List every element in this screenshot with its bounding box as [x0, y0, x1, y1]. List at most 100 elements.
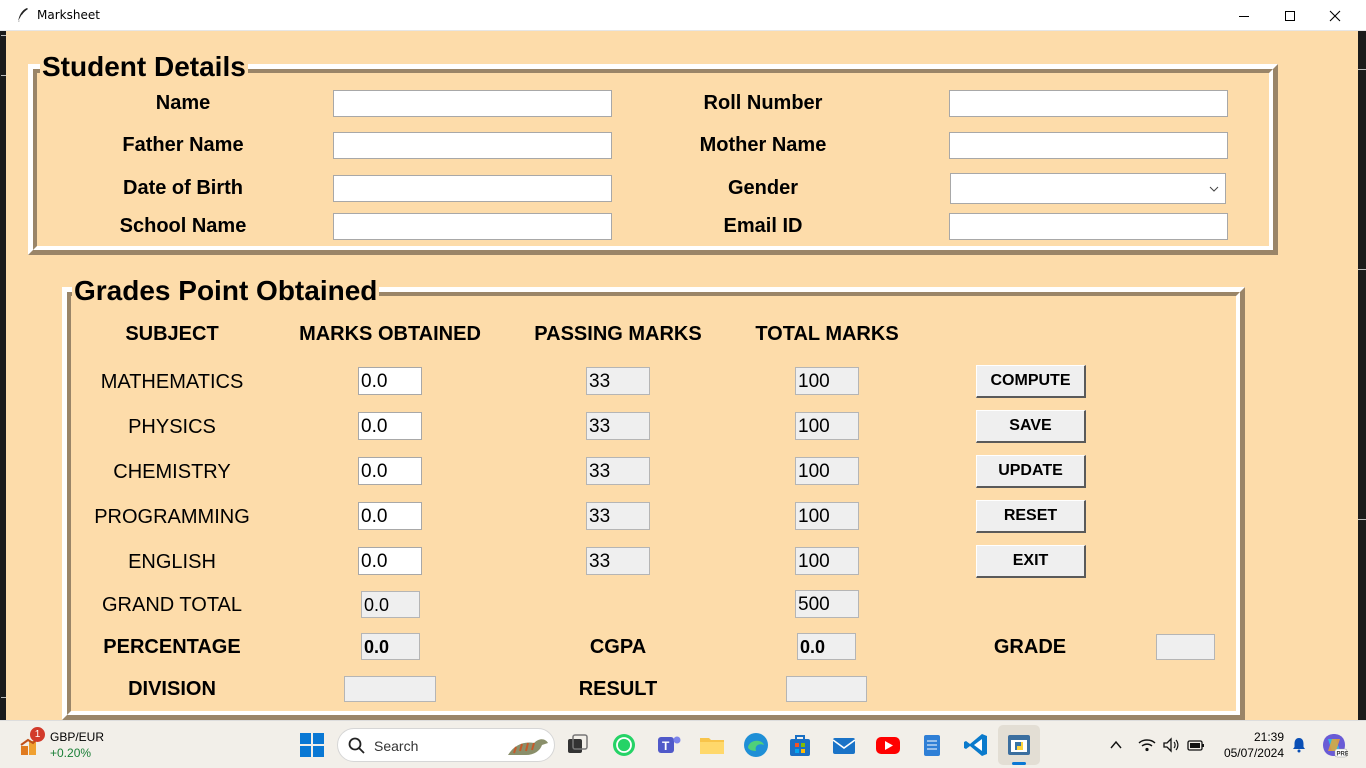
- grades-heading: Grades Point Obtained: [72, 275, 380, 306]
- edge-icon[interactable]: [742, 731, 770, 759]
- name-field[interactable]: [333, 90, 612, 117]
- cgpa-value: 0.0: [797, 633, 856, 660]
- copilot-icon[interactable]: PRE: [1320, 731, 1348, 759]
- close-button[interactable]: [1312, 0, 1358, 31]
- result-value: [786, 676, 867, 702]
- marks-input[interactable]: 0.0: [358, 412, 422, 440]
- email-field[interactable]: [949, 213, 1228, 240]
- total-marks-header: TOTAL MARKS: [755, 323, 899, 345]
- active-app-highlight[interactable]: [998, 725, 1040, 765]
- passing-marks-value: 33: [586, 412, 650, 440]
- total-marks-value: 100: [795, 457, 859, 485]
- mother-name-field[interactable]: [949, 132, 1228, 159]
- chevron-down-icon: [1209, 186, 1219, 192]
- window-edge-right: [1358, 31, 1366, 720]
- wifi-icon[interactable]: [1138, 736, 1156, 754]
- mail-icon[interactable]: [830, 731, 858, 759]
- cgpa-label: CGPA: [589, 636, 647, 658]
- search-placeholder: Search: [374, 738, 419, 754]
- passing-marks-header: PASSING MARKS: [534, 323, 702, 345]
- svg-text:PRE: PRE: [1337, 752, 1349, 758]
- maximize-icon: [1285, 10, 1295, 21]
- update-button[interactable]: UPDATE: [976, 455, 1086, 488]
- window-edge-left: [0, 31, 6, 720]
- passing-marks-value: 33: [586, 367, 650, 395]
- roll-number-field[interactable]: [949, 90, 1228, 117]
- svg-text:T: T: [662, 739, 670, 753]
- dinosaur-highlight-icon: [508, 739, 548, 755]
- maximize-button[interactable]: [1267, 0, 1313, 31]
- gender-dropdown[interactable]: [950, 173, 1226, 204]
- passing-marks-value: 33: [586, 547, 650, 575]
- store-icon[interactable]: [786, 731, 814, 759]
- father-name-field[interactable]: [333, 132, 612, 159]
- subject-header: SUBJECT: [125, 323, 219, 345]
- chevron-up-icon[interactable]: [1109, 738, 1123, 752]
- passing-marks-value: 33: [586, 457, 650, 485]
- school-name-field[interactable]: [333, 213, 612, 240]
- grade-label: GRADE: [993, 636, 1067, 658]
- notification-bell-icon[interactable]: [1290, 736, 1308, 754]
- exit-button[interactable]: EXIT: [976, 545, 1086, 578]
- clock-date[interactable]: 05/07/2024: [1212, 746, 1284, 761]
- whatsapp-icon[interactable]: [610, 731, 638, 759]
- result-label: RESULT: [578, 678, 658, 700]
- subject-name: CHEMISTRY: [113, 461, 231, 483]
- widget-badge: 1: [30, 727, 45, 742]
- window-title: Marksheet: [37, 8, 100, 22]
- gender-label: Gender: [727, 177, 799, 199]
- weather-widget[interactable]: 1 GBP/EUR +0.20%: [12, 725, 132, 765]
- grade-value: [1156, 634, 1215, 660]
- title-bar[interactable]: Marksheet: [0, 0, 1366, 31]
- save-button[interactable]: SAVE: [976, 410, 1086, 443]
- youtube-icon[interactable]: [874, 731, 902, 759]
- division-value: [344, 676, 436, 702]
- marksheet-window: Marksheet Student Details Name Roll Numb…: [0, 0, 1366, 720]
- teams-icon[interactable]: T: [655, 731, 683, 759]
- marks-input[interactable]: 0.0: [358, 457, 422, 485]
- subject-name: PHYSICS: [128, 416, 216, 438]
- email-label: Email ID: [723, 215, 803, 237]
- mother-name-label: Mother Name: [699, 134, 827, 156]
- grand-total-max: 500: [795, 590, 859, 618]
- student-details-heading: Student Details: [40, 51, 248, 82]
- search-icon: [348, 737, 365, 754]
- feather-icon: [17, 8, 28, 23]
- widget-title: GBP/EUR: [50, 730, 105, 744]
- widget-change: +0.20%: [50, 746, 92, 760]
- close-icon: [1329, 10, 1341, 21]
- school-name-label: School Name: [119, 215, 247, 237]
- marks-input[interactable]: 0.0: [358, 367, 422, 395]
- file-explorer-icon[interactable]: [698, 731, 726, 759]
- compute-button[interactable]: COMPUTE: [976, 365, 1086, 398]
- volume-icon[interactable]: [1162, 736, 1180, 754]
- taskbar: 1 GBP/EUR +0.20% Search T 21:39 05/07/20…: [0, 720, 1366, 768]
- percentage-label: PERCENTAGE: [103, 636, 241, 658]
- father-name-label: Father Name: [122, 134, 244, 156]
- task-view-icon[interactable]: [564, 731, 592, 759]
- clock-time[interactable]: 21:39: [1212, 730, 1284, 745]
- division-label: DIVISION: [128, 678, 216, 700]
- name-label: Name: [155, 92, 211, 114]
- passing-marks-value: 33: [586, 502, 650, 530]
- notepad-icon[interactable]: [918, 731, 946, 759]
- subject-name: ENGLISH: [128, 551, 216, 573]
- dob-label: Date of Birth: [123, 177, 243, 199]
- battery-icon[interactable]: [1186, 736, 1206, 754]
- vscode-icon[interactable]: [962, 731, 990, 759]
- taskbar-search[interactable]: Search: [337, 728, 555, 762]
- roll-number-label: Roll Number: [703, 92, 823, 114]
- dob-field[interactable]: [333, 175, 612, 202]
- total-marks-value: 100: [795, 367, 859, 395]
- percentage-value: 0.0: [361, 633, 420, 660]
- python-idle-icon: [1008, 735, 1030, 755]
- subject-name: PROGRAMMING: [94, 506, 250, 528]
- subject-name: MATHEMATICS: [100, 371, 244, 393]
- total-marks-value: 100: [795, 547, 859, 575]
- windows-start-icon[interactable]: [298, 731, 326, 759]
- minimize-icon: [1239, 15, 1249, 17]
- marks-input[interactable]: 0.0: [358, 502, 422, 530]
- reset-button[interactable]: RESET: [976, 500, 1086, 533]
- marks-input[interactable]: 0.0: [358, 547, 422, 575]
- minimize-button[interactable]: [1221, 0, 1267, 31]
